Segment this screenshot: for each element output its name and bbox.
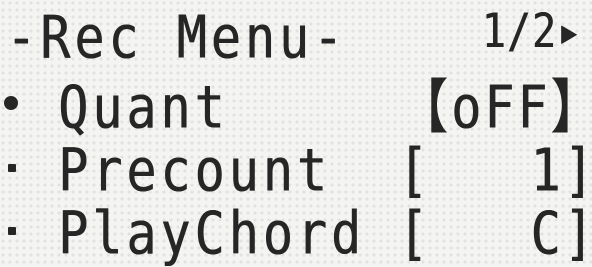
menu-item-value: [ C] [398,199,592,267]
bullet-icon [8,227,16,235]
menu-item-label: PlayChord [58,199,365,267]
menu-item-label: Quant [58,73,229,142]
page-indicator: 1/2▸ [481,4,582,59]
menu-item-quant[interactable]: Quant 【oFF】 [0,74,592,138]
menu-item-label: Precount [58,136,331,205]
menu-item-playchord[interactable]: PlayChord [ C] [0,200,592,264]
menu-item-value: [ 1] [398,136,592,205]
menu-item-precount[interactable]: Precount [ 1] [0,137,592,201]
selected-cursor-icon [4,96,18,110]
menu-item-value: 【oFF】 [398,73,592,142]
lcd-screen: -Rec Menu- 1/2▸ Quant 【oFF】 Precount [ 1… [0,0,592,267]
menu-title: -Rec Menu- [6,3,348,72]
bullet-icon [8,164,16,172]
